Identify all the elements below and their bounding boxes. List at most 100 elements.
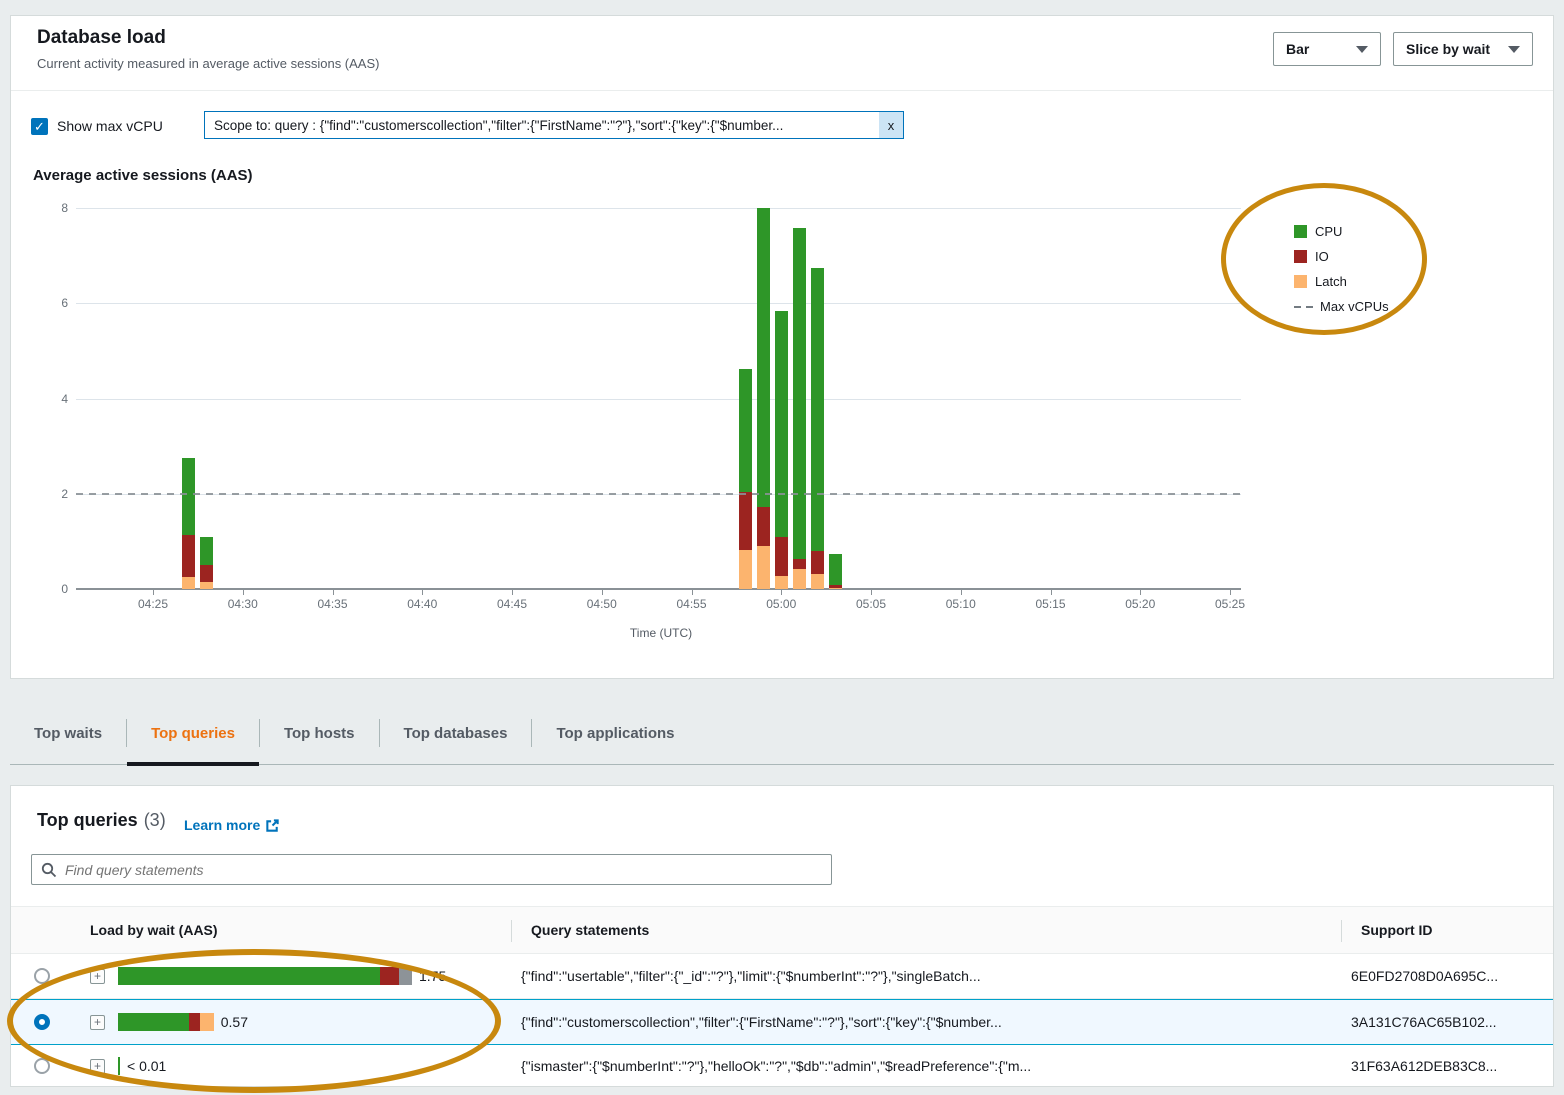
- gridline: [76, 208, 1241, 209]
- query-statement-link[interactable]: {"find":"customerscollection","filter":{…: [521, 1014, 1002, 1030]
- page-title: Database load: [37, 27, 166, 49]
- load-by-wait-cell: 0.57: [118, 1013, 521, 1031]
- x-axis-line: [76, 588, 1241, 590]
- x-tick-label: 04:55: [668, 597, 716, 611]
- tab-top-applications[interactable]: Top applications: [532, 700, 698, 766]
- stacked-bar-05:02[interactable]: [811, 268, 824, 589]
- x-tick-label: 05:00: [757, 597, 805, 611]
- row-radio-button[interactable]: [34, 1014, 50, 1030]
- x-tick-mark: [1230, 590, 1231, 595]
- expand-row-button[interactable]: +: [90, 969, 105, 984]
- row-radio-button[interactable]: [34, 1058, 50, 1074]
- x-tick-label: 04:45: [488, 597, 536, 611]
- aas-chart-plot: Time (UTC) 0246804:2504:3004:3504:4004:4…: [76, 208, 1241, 589]
- y-tick-label: 2: [42, 487, 68, 501]
- support-id-cell: 31F63A612DEB83C8...: [1351, 1058, 1497, 1074]
- show-max-vcpu-checkbox[interactable]: ✓: [31, 118, 48, 135]
- query-statement-cell: {"ismaster":{"$numberInt":"?"},"helloOk"…: [521, 1058, 1351, 1074]
- stacked-bar-04:28[interactable]: [200, 537, 213, 589]
- page-subtitle: Current activity measured in average act…: [37, 56, 379, 71]
- latch-segment: [757, 546, 770, 589]
- x-tick-mark: [153, 590, 154, 595]
- cpu-segment: [757, 208, 770, 507]
- cpu-segment: [118, 967, 380, 985]
- slice-by-select[interactable]: Slice by wait: [1393, 32, 1533, 66]
- stacked-bar-05:01[interactable]: [793, 228, 806, 589]
- y-tick-label: 0: [42, 582, 68, 596]
- x-tick-mark: [243, 590, 244, 595]
- tab-top-hosts[interactable]: Top hosts: [260, 700, 379, 766]
- expand-row-button[interactable]: +: [90, 1015, 105, 1030]
- load-by-wait-cell: 1.75: [118, 967, 521, 985]
- load-value-label: 1.75: [419, 968, 446, 984]
- other-segment: [399, 967, 412, 985]
- tab-top-waits[interactable]: Top waits: [10, 700, 126, 766]
- top-queries-header: Top queries (3): [37, 810, 166, 831]
- chevron-down-icon: [1356, 46, 1368, 53]
- latch-swatch-icon: [1294, 275, 1307, 288]
- expand-row-button[interactable]: +: [90, 1059, 105, 1074]
- x-tick-mark: [1140, 590, 1141, 595]
- io-segment: [182, 535, 195, 577]
- latch-segment: [200, 582, 213, 589]
- search-input[interactable]: [65, 862, 822, 878]
- gridline: [76, 399, 1241, 400]
- x-tick-label: 05:05: [847, 597, 895, 611]
- x-tick-mark: [692, 590, 693, 595]
- load-value-label: < 0.01: [127, 1058, 166, 1074]
- legend-item-io: IO: [1294, 244, 1389, 269]
- latch-segment: [182, 577, 195, 589]
- io-segment: [775, 537, 788, 576]
- legend-label: IO: [1315, 249, 1329, 264]
- load-bar: [118, 1013, 214, 1031]
- chevron-down-icon: [1508, 46, 1520, 53]
- max-vcpus-dash-icon: [1294, 306, 1314, 308]
- stacked-bar-04:27[interactable]: [182, 458, 195, 589]
- x-tick-label: 04:25: [129, 597, 177, 611]
- cpu-segment: [793, 228, 806, 559]
- learn-more-link[interactable]: Learn more: [184, 817, 280, 833]
- latch-segment: [775, 576, 788, 589]
- legend-label: Latch: [1315, 274, 1347, 289]
- tab-top-queries[interactable]: Top queries: [127, 700, 259, 766]
- io-segment: [189, 1013, 201, 1031]
- cpu-segment: [811, 268, 824, 552]
- cpu-swatch-icon: [1294, 225, 1307, 238]
- x-tick-label: 05:20: [1116, 597, 1164, 611]
- top-queries-title: Top queries: [37, 810, 138, 831]
- tabs-strip: Top waitsTop queriesTop hostsTop databas…: [0, 700, 1564, 766]
- table-body: +1.75 {"find":"usertable","filter":{"_id"…: [11, 954, 1553, 1088]
- cpu-segment: [200, 537, 213, 565]
- legend-label: Max vCPUs: [1320, 299, 1389, 314]
- query-statement-link[interactable]: {"ismaster":{"$numberInt":"?"},"helloOk"…: [521, 1058, 1031, 1074]
- tab-top-databases[interactable]: Top databases: [380, 700, 532, 766]
- query-statement-cell: {"find":"customerscollection","filter":{…: [521, 1014, 1351, 1030]
- query-statement-link[interactable]: {"find":"usertable","filter":{"_id":"?"}…: [521, 968, 981, 984]
- stacked-bar-05:00[interactable]: [775, 311, 788, 589]
- table-row[interactable]: + < 0.01 {"ismaster":{"$numberInt":"?"},"h…: [11, 1045, 1553, 1088]
- table-row[interactable]: +1.75 {"find":"usertable","filter":{"_id"…: [11, 954, 1553, 999]
- y-tick-label: 8: [42, 201, 68, 215]
- row-radio-button[interactable]: [34, 968, 50, 984]
- x-tick-label: 05:25: [1206, 597, 1254, 611]
- io-swatch-icon: [1294, 250, 1307, 263]
- stacked-bar-04:59[interactable]: [757, 208, 770, 589]
- external-link-icon: [265, 818, 280, 833]
- io-segment: [200, 565, 213, 582]
- x-tick-mark: [512, 590, 513, 595]
- scope-filter-close-button[interactable]: x: [879, 112, 903, 138]
- io-segment: [380, 967, 398, 985]
- support-id-cell: 3A131C76AC65B102...: [1351, 1014, 1497, 1030]
- chart-type-select[interactable]: Bar: [1273, 32, 1381, 66]
- legend-item-cpu: CPU: [1294, 219, 1389, 244]
- stacked-bar-04:58[interactable]: [739, 369, 752, 589]
- x-tick-mark: [871, 590, 872, 595]
- x-tick-mark: [422, 590, 423, 595]
- x-tick-label: 05:15: [1027, 597, 1075, 611]
- table-row[interactable]: +0.57 {"find":"customerscollection","filt…: [11, 999, 1553, 1045]
- stacked-bar-05:03[interactable]: [829, 554, 842, 589]
- scope-filter-tag[interactable]: Scope to: query : {"find":"customerscoll…: [204, 111, 904, 139]
- load-value-label: 0.57: [221, 1014, 248, 1030]
- latch-segment: [739, 550, 752, 589]
- search-box: [31, 854, 832, 885]
